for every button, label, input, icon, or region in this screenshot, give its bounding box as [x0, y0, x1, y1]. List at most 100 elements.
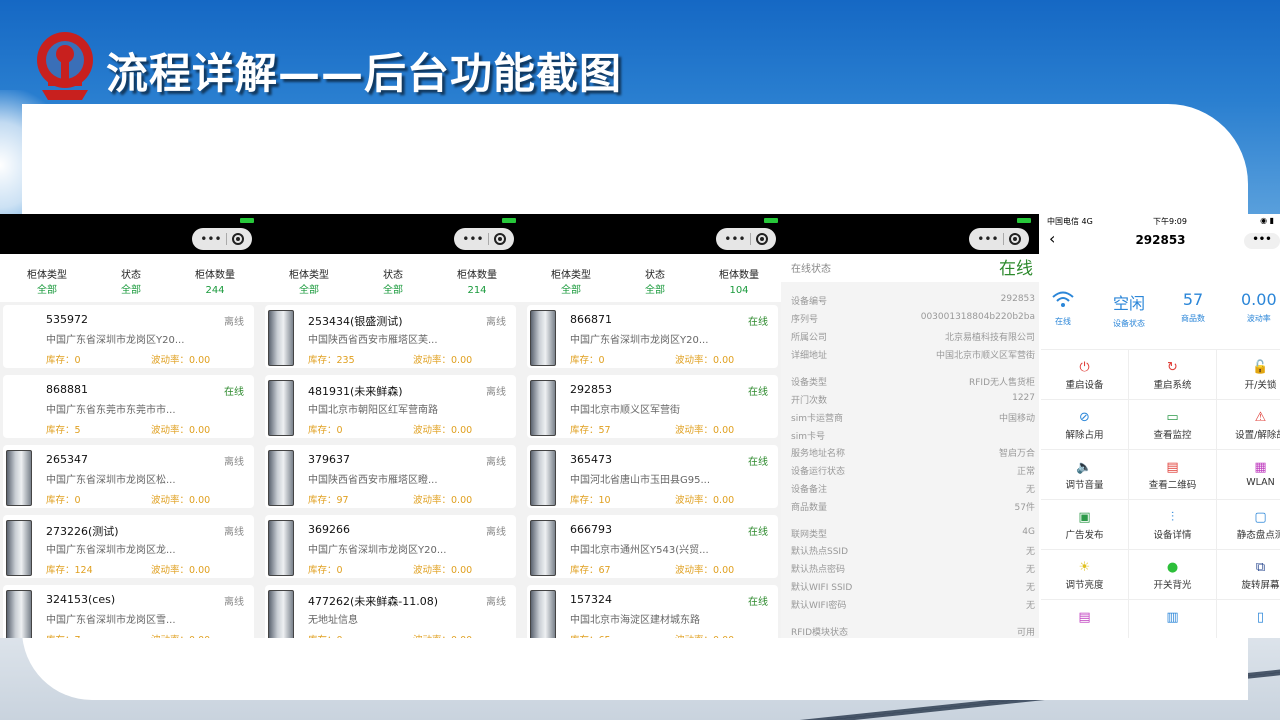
mini-program-capsule[interactable]: ••• — [969, 228, 1029, 250]
stock-count: 库存：0 — [308, 565, 343, 576]
control-button[interactable]: ▦ WLAN — [1217, 450, 1280, 500]
warning-icon: ⚠ — [1254, 410, 1267, 425]
vending-cabinet-image — [6, 590, 32, 638]
device-address: 无地址信息 — [308, 615, 358, 626]
detail-value: 可用 — [1016, 628, 1035, 638]
device-card[interactable]: 273226(测试) 离线 中国广东省深圳市龙岗区龙... 库存：124 波动率… — [3, 515, 254, 578]
fluctuation-rate: 波动率：0.00 — [151, 565, 211, 576]
control-button[interactable]: ↻ 重启系统 — [1129, 350, 1217, 400]
device-address: 中国北京市海淀区建材城东路 — [570, 615, 700, 626]
online-status-value: 在线 — [999, 259, 1033, 279]
vending-cabinet-image — [268, 450, 294, 506]
close-circle-icon[interactable] — [231, 233, 244, 245]
fluctuation-rate: 波动率：0.00 — [675, 425, 735, 436]
control-button[interactable]: ● 开关背光 — [1129, 550, 1217, 600]
railway-logo-icon — [37, 32, 93, 100]
control-label: 重启设备 — [1065, 380, 1104, 391]
document-icon: ▤ — [1078, 610, 1091, 625]
device-status: 离线 — [224, 457, 244, 468]
fluctuation-rate: 波动率：0.00 — [413, 495, 473, 506]
device-card[interactable]: 369266 离线 中国广东省深圳市龙岗区Y20... 库存：0 波动率：0.0… — [265, 515, 516, 578]
filter-item[interactable]: 柜体数量 214 — [457, 268, 497, 302]
mini-program-capsule[interactable]: ••• — [192, 228, 252, 250]
detail-key: 默认热点密码 — [791, 565, 846, 575]
device-status: 离线 — [486, 597, 506, 608]
detail-row: 开门次数 1227 — [791, 393, 1035, 406]
device-address: 中国广东省深圳市龙岗区Y20... — [308, 545, 447, 556]
control-button[interactable]: ▢ 静态盘点测 — [1217, 500, 1280, 550]
filter-item[interactable]: 状态 全部 — [645, 268, 665, 302]
control-button[interactable]: ▥ — [1129, 600, 1217, 638]
device-card[interactable]: 379637 离线 中国陕西省西安市雁塔区瞪... 库存：97 波动率：0.00 — [265, 445, 516, 508]
mini-program-capsule[interactable]: ••• — [454, 228, 514, 250]
device-card[interactable]: 868881 在线 中国广东省东莞市东莞市市... 库存：5 波动率：0.00 — [3, 375, 254, 438]
device-card[interactable]: 157324 在线 中国北京市海淀区建材城东路 库存：65 波动率：0.00 — [527, 585, 778, 638]
device-card[interactable]: 477262(未来鲜森-11.08) 离线 无地址信息 库存：0 波动率：0.0… — [265, 585, 516, 638]
back-icon[interactable]: ‹ — [1049, 229, 1055, 249]
control-button[interactable]: ▤ 查看二维码 — [1129, 450, 1217, 500]
device-status: 离线 — [486, 387, 506, 398]
control-button[interactable]: 🔈 调节音量 — [1041, 450, 1129, 500]
restart-icon: ↻ — [1167, 360, 1178, 375]
detail-key: 默认WIFI SSID — [791, 583, 853, 593]
mini-program-capsule[interactable]: ••• — [716, 228, 776, 250]
filter-value: 214 — [467, 285, 487, 296]
detail-value: 003001318804b220b2ba — [920, 312, 1035, 322]
battery-icon — [764, 218, 778, 223]
control-button[interactable]: ☀ 调节亮度 — [1041, 550, 1129, 600]
control-button[interactable]: 🔓 开/关锁 — [1217, 350, 1280, 400]
stock-count: 库存：7 — [46, 632, 81, 638]
detail-row: 设备编号 292853 — [791, 294, 1035, 307]
detail-row: 默认热点密码 无 — [791, 562, 1035, 575]
device-card[interactable]: 265347 离线 中国广东省深圳市龙岗区松... 库存：0 波动率：0.00 — [3, 445, 254, 508]
filter-value: 全部 — [299, 285, 319, 296]
device-card[interactable]: 292853 在线 中国北京市顺义区军营街 库存：57 波动率：0.00 — [527, 375, 778, 438]
control-button[interactable]: ⏻ 重启设备 — [1041, 350, 1129, 400]
filter-item[interactable]: 柜体数量 104 — [719, 268, 759, 302]
detail-value: 智启万合 — [998, 449, 1035, 459]
device-card[interactable]: 535972 离线 中国广东省深圳市龙岗区Y20... 库存：0 波动率：0.0… — [3, 305, 254, 368]
filter-item[interactable]: 状态 全部 — [121, 268, 141, 302]
control-button[interactable]: ⫶ 设备详情 — [1129, 500, 1217, 550]
stock-count: 库存：10 — [570, 495, 611, 506]
device-list-screen: ••• 柜体类型 全部 状态 全部 柜体数量 104 866871 在线 中国广东省深圳市龙… — [524, 214, 786, 638]
stat-label: 设备状态 — [1113, 319, 1145, 328]
filter-item[interactable]: 柜体类型 全部 — [551, 268, 591, 302]
filter-item[interactable]: 柜体类型 全部 — [289, 268, 329, 302]
control-button[interactable]: ⊘ 解除占用 — [1041, 400, 1129, 450]
detail-row: 联网类型 4G — [791, 527, 1035, 540]
ad-icon: ▣ — [1078, 510, 1091, 525]
device-card[interactable]: 481931(未来鲜森) 离线 中国北京市朝阳区红军营南路 库存：0 波动率：0… — [265, 375, 516, 438]
device-control-screen: 中国电信 4G 下午9:09 ◉ ▮ ‹ 292853 ••• 在线 空闲 设备状态… — [1041, 214, 1280, 638]
device-address: 中国广东省深圳市龙岗区Y20... — [570, 335, 709, 346]
close-circle-icon[interactable] — [1008, 233, 1021, 245]
device-card[interactable]: 253434(银盛测试) 离线 中国陕西省西安市雁塔区芙... 库存：235 波… — [265, 305, 516, 368]
detail-key: 设备类型 — [791, 378, 828, 388]
close-circle-icon[interactable] — [755, 233, 768, 245]
control-button[interactable]: ▤ — [1041, 600, 1129, 638]
control-button[interactable]: ▯ — [1217, 600, 1280, 638]
filter-item[interactable]: 状态 全部 — [383, 268, 403, 302]
device-card[interactable]: 365473 在线 中国河北省唐山市玉田县G95... 库存：10 波动率：0.… — [527, 445, 778, 508]
control-button[interactable]: ▣ 广告发布 — [1041, 500, 1129, 550]
close-circle-icon[interactable] — [493, 233, 506, 245]
vending-cabinet-image — [530, 450, 556, 506]
stat-item: 57 商品数 — [1181, 290, 1205, 324]
device-status: 在线 — [748, 527, 768, 538]
control-button[interactable]: ▭ 查看监控 — [1129, 400, 1217, 450]
filter-item[interactable]: 柜体数量 244 — [195, 268, 235, 302]
stock-count: 库存：65 — [570, 632, 611, 638]
device-card[interactable]: 324153(ces) 离线 中国广东省深圳市龙岗区雪... 库存：7 波动率：… — [3, 585, 254, 638]
device-card[interactable]: 866871 在线 中国广东省深圳市龙岗区Y20... 库存：0 波动率：0.0… — [527, 305, 778, 368]
detail-value: 1227 — [1012, 393, 1035, 403]
filter-item[interactable]: 柜体类型 全部 — [27, 268, 67, 302]
stock-count: 库存：97 — [308, 495, 349, 506]
more-menu-button[interactable]: ••• — [1244, 233, 1280, 249]
control-button[interactable]: ⚠ 设置/解除故 — [1217, 400, 1280, 450]
detail-row: 商品数量 57件 — [791, 500, 1035, 513]
filter-value: 全部 — [383, 285, 403, 296]
fluctuation-rate: 波动率：0.00 — [675, 495, 735, 506]
filter-value: 全部 — [561, 285, 581, 296]
control-button[interactable]: ⧉ 旋转屏幕 — [1217, 550, 1280, 600]
device-card[interactable]: 666793 在线 中国北京市通州区Y543(兴贸... 库存：67 波动率：0… — [527, 515, 778, 578]
